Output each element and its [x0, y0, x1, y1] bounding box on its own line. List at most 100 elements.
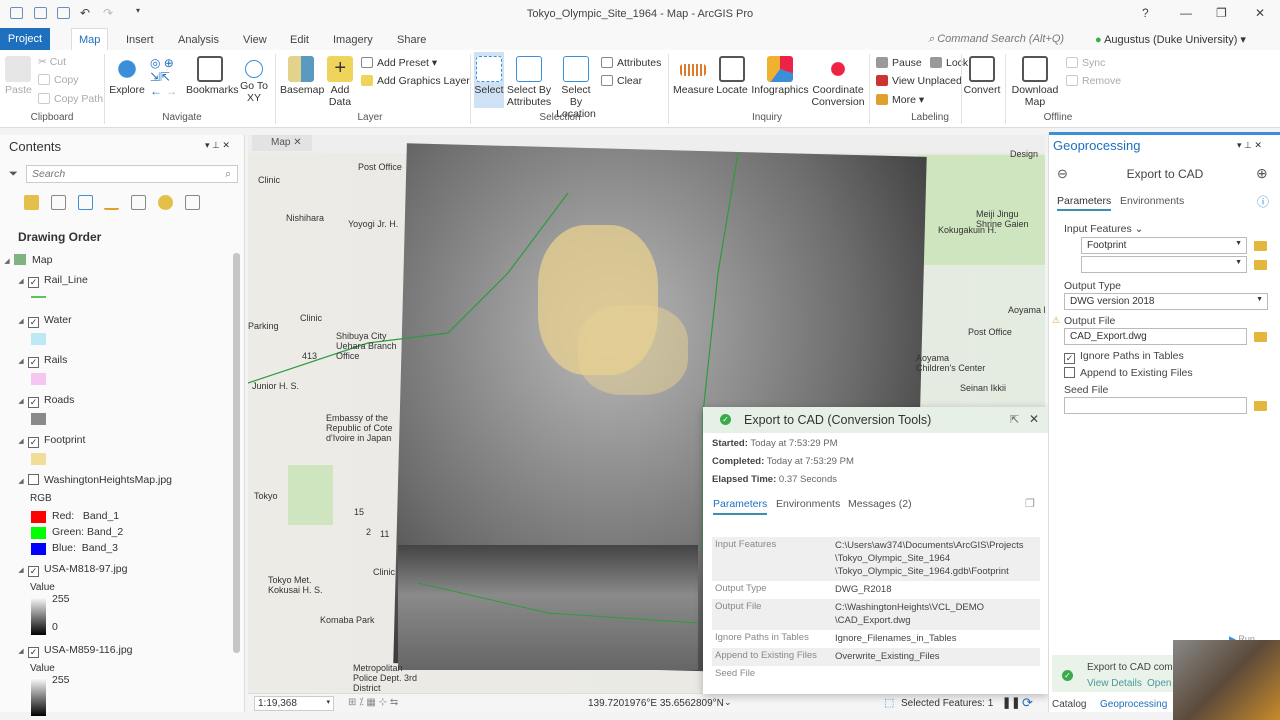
tab-environments[interactable]: Environments — [1120, 195, 1184, 207]
list-by-perspective-icon[interactable] — [185, 195, 200, 210]
layer-item[interactable]: ◢ ✓ Rails — [14, 354, 67, 368]
cut-button[interactable]: ✂ Cut — [38, 56, 66, 68]
layer-visibility-checkbox[interactable]: ✓ — [28, 317, 39, 328]
download-map-button[interactable]: Download Map — [1010, 56, 1060, 108]
folder-icon[interactable] — [1254, 241, 1267, 251]
output-file-input[interactable]: CAD_Export.dwg — [1064, 328, 1247, 345]
layer-visibility-checkbox[interactable]: ✓ — [28, 566, 39, 577]
layer-visibility-checkbox[interactable] — [28, 474, 39, 485]
layer-visibility-checkbox[interactable]: ✓ — [28, 437, 39, 448]
view-unplaced-button[interactable]: View Unplaced — [876, 75, 962, 87]
command-search[interactable]: ⌕ Command Search (Alt+Q) — [928, 33, 1088, 46]
line-symbol[interactable] — [31, 296, 46, 298]
tab-insert[interactable]: Insert — [126, 34, 154, 46]
add-preset-button[interactable]: Add Preset ▾ — [361, 57, 437, 69]
pop-out-icon[interactable]: ⇱ — [1010, 413, 1019, 426]
layer-item[interactable]: ◢ ✓ Footprint — [14, 434, 85, 448]
select-by-location-button[interactable]: Select By Location — [554, 56, 598, 120]
layer-item[interactable]: ◢ ✓ USA-M818-97.jpg — [14, 563, 127, 577]
layer-symbol[interactable] — [31, 413, 46, 425]
list-by-labeling-icon[interactable] — [158, 195, 173, 210]
explore-button[interactable]: Explore — [109, 56, 145, 96]
add-tool-button[interactable]: ⊕ — [1256, 165, 1268, 182]
select-button[interactable]: Select — [474, 52, 504, 108]
collapse-icon[interactable]: ◢ — [14, 647, 28, 655]
ignore-paths-checkbox[interactable]: ✓ Ignore Paths in Tables — [1064, 350, 1184, 364]
remove-button[interactable]: Remove — [1066, 75, 1121, 87]
scale-selector[interactable]: 1:19,368 ▾ — [254, 696, 334, 711]
tab-environments[interactable]: Environments — [776, 498, 840, 510]
list-by-editing-icon[interactable] — [104, 195, 119, 210]
view-details-link[interactable]: View Details — [1087, 678, 1142, 689]
minimize-button[interactable]: — — [1180, 6, 1192, 20]
locate-button[interactable]: Locate — [715, 56, 749, 96]
tab-edit[interactable]: Edit — [290, 34, 309, 46]
pane-options-icon[interactable]: ▾ ⊥ ✕ — [1237, 140, 1262, 151]
layer-item[interactable]: ◢ ✓ Rail_Line — [14, 274, 88, 288]
layer-item[interactable]: ◢ ✓ Water — [14, 314, 72, 328]
clear-button[interactable]: Clear — [601, 75, 642, 87]
tab-catalog[interactable]: Catalog — [1052, 699, 1086, 710]
tab-messages[interactable]: Messages (2) — [848, 498, 912, 510]
coordinate-conversion-button[interactable]: Coordinate Conversion — [810, 56, 866, 108]
pause-labeling-button[interactable]: Pause — [876, 57, 922, 69]
folder-icon[interactable] — [1254, 260, 1267, 270]
tab-view[interactable]: View — [243, 34, 267, 46]
close-icon[interactable]: ✕ — [1029, 412, 1039, 426]
collapse-icon[interactable]: ◢ — [14, 566, 28, 574]
help-icon[interactable]: ⓘ — [1257, 193, 1269, 210]
select-by-attributes-button[interactable]: Select By Attributes — [506, 56, 552, 108]
coordinate-format-dropdown[interactable]: ⌄ — [724, 697, 732, 708]
refresh-button[interactable]: ⟳ — [1022, 695, 1033, 711]
close-button[interactable]: ✕ — [1255, 6, 1265, 20]
folder-icon[interactable] — [1254, 401, 1267, 411]
copy-icon[interactable]: ❐ — [1025, 497, 1035, 510]
map-nav-tools[interactable]: ⊞ ⁒ ▦ ⊹ ⇆ — [348, 697, 398, 708]
bookmarks-button[interactable]: Bookmarks — [186, 56, 239, 96]
maximize-button[interactable]: ❐ — [1216, 6, 1227, 20]
chevron-circle-icon[interactable]: ⌄ — [1135, 223, 1144, 235]
list-by-drawing-order-icon[interactable] — [24, 195, 39, 210]
append-checkbox[interactable]: Append to Existing Files — [1064, 367, 1193, 379]
basemap-button[interactable]: Basemap — [280, 56, 324, 96]
list-by-source-icon[interactable] — [51, 195, 66, 210]
tab-project[interactable]: Project — [0, 28, 50, 50]
layer-item[interactable]: ◢ ✓ Roads — [14, 394, 74, 408]
selected-features-count[interactable]: Selected Features: 1 — [901, 698, 993, 709]
collapse-icon[interactable]: ◢ — [14, 317, 28, 325]
more-labeling-button[interactable]: More ▾ — [876, 94, 924, 106]
layer-visibility-checkbox[interactable]: ✓ — [28, 397, 39, 408]
stretch-ramp[interactable] — [31, 597, 46, 635]
zoom-tools[interactable]: ◎ ⊕ ⇲⇱ ← → — [150, 56, 177, 98]
copy-button[interactable]: Copy — [38, 74, 79, 86]
tab-parameters[interactable]: Parameters — [1057, 195, 1112, 211]
tab-imagery[interactable]: Imagery — [333, 34, 373, 46]
layer-symbol[interactable] — [31, 373, 46, 385]
layer-item[interactable]: ◢ WashingtonHeightsMap.jpg — [14, 474, 172, 486]
layer-symbol[interactable] — [31, 333, 46, 345]
convert-button[interactable]: Convert — [963, 56, 1001, 96]
contents-scrollbar[interactable] — [233, 253, 240, 653]
checkbox[interactable] — [1064, 367, 1075, 378]
collapse-icon[interactable]: ◢ — [14, 277, 28, 285]
layer-visibility-checkbox[interactable]: ✓ — [28, 277, 39, 288]
infographics-button[interactable]: Infographics — [751, 56, 809, 96]
add-data-button[interactable]: + Add Data — [325, 56, 355, 108]
open-history-link[interactable]: Open — [1147, 678, 1171, 689]
folder-icon[interactable] — [1254, 332, 1267, 342]
tab-analysis[interactable]: Analysis — [178, 34, 219, 46]
collapse-icon[interactable]: ◢ — [14, 477, 28, 485]
stretch-ramp[interactable] — [31, 678, 46, 716]
collapse-icon[interactable]: ◢ — [14, 397, 28, 405]
filter-icon[interactable]: ⏷ — [9, 168, 18, 181]
measure-button[interactable]: Measure — [673, 56, 714, 96]
tab-map[interactable]: Map — [71, 28, 109, 50]
tab-share[interactable]: Share — [397, 34, 426, 46]
go-to-xy-button[interactable]: Go To XY — [238, 56, 270, 104]
input-features-dropdown-2[interactable]: ▼ — [1081, 256, 1247, 273]
pane-options-icon[interactable]: ▾ ⊥ ✕ — [205, 140, 230, 151]
layer-visibility-checkbox[interactable]: ✓ — [28, 357, 39, 368]
help-button[interactable]: ? — [1142, 6, 1149, 20]
list-by-snapping-icon[interactable] — [131, 195, 146, 210]
tab-geoprocessing[interactable]: Geoprocessing — [1096, 696, 1172, 712]
